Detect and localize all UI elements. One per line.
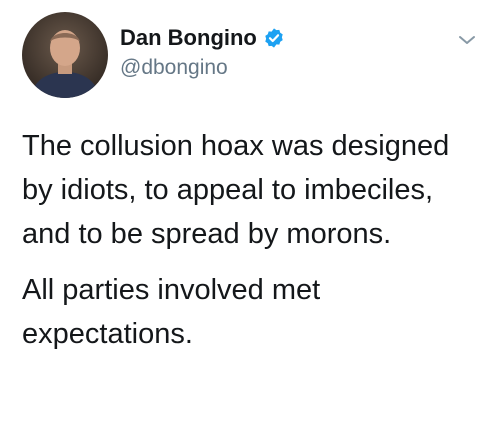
tweet-paragraph: All parties involved met expectations. — [22, 274, 321, 350]
avatar[interactable] — [22, 12, 108, 98]
author-handle[interactable]: @dbongino — [120, 56, 228, 80]
tweet-text: The collusion hoax was designed by idiot… — [22, 124, 482, 368]
display-name[interactable]: Dan Bongino — [120, 25, 257, 51]
author-name-row: Dan Bongino — [120, 22, 285, 54]
chevron-down-icon — [459, 36, 475, 44]
tweet-paragraph: The collusion hoax was designed by idiot… — [22, 130, 450, 250]
verified-badge-icon — [265, 28, 283, 48]
tweet-card: Dan Bongino @dbongino The collusion hoax… — [0, 0, 500, 435]
avatar-image — [22, 12, 108, 98]
tweet-menu-button[interactable] — [456, 32, 478, 48]
